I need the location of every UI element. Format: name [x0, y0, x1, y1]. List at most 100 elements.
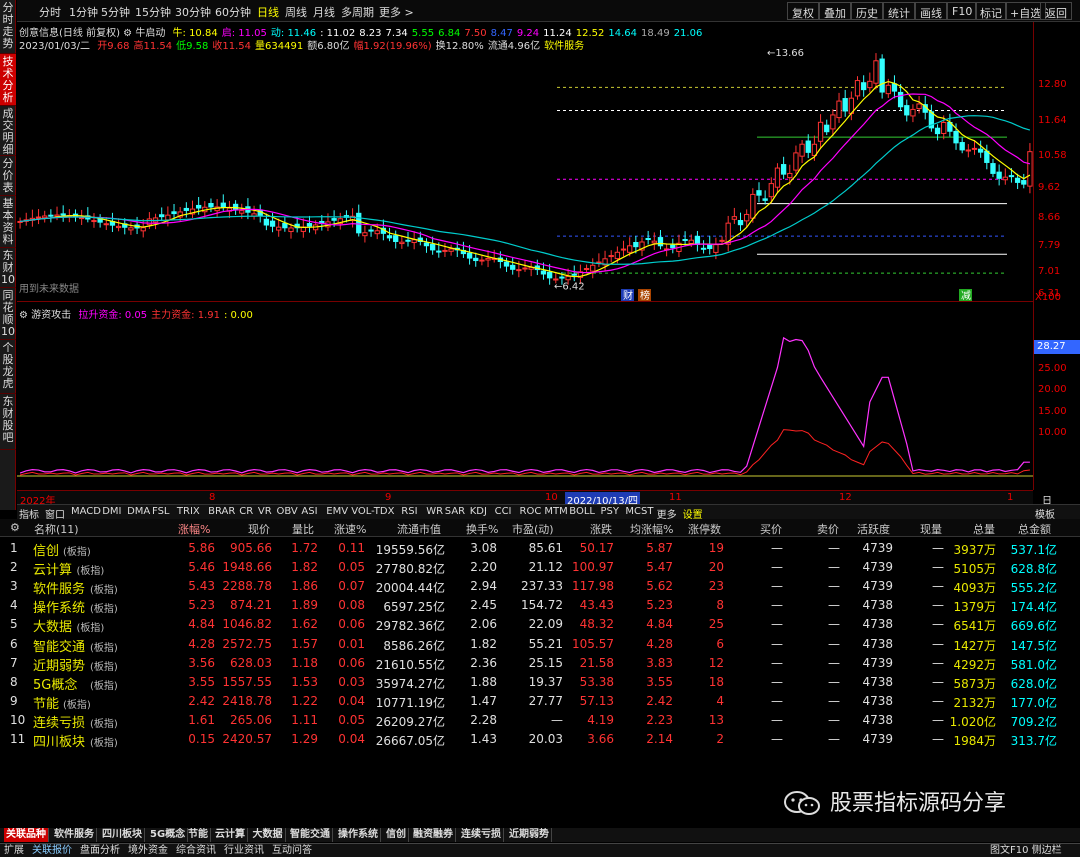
sector-name[interactable]: 软件服务 — [33, 578, 85, 597]
table-row[interactable]: 1 信创 (板指) 5.86 905.66 1.72 0.11 19559.56亿 3.08 85… — [0, 539, 1080, 559]
indicator-tab-13[interactable]: EMV — [326, 506, 348, 517]
indicator-tab-6[interactable]: FSL — [152, 506, 170, 517]
sector-tab-3[interactable]: 四川板块 — [100, 828, 145, 842]
column-header-12[interactable]: 买价 — [760, 521, 782, 537]
indicator-pane-name[interactable]: 游资攻击 — [31, 310, 71, 321]
indicator-tab-16[interactable]: WR — [426, 506, 443, 517]
sector-name[interactable]: 5G概念 — [33, 674, 77, 693]
indicator-tab-10[interactable]: VR — [258, 506, 272, 517]
sector-name[interactable]: 操作系统 — [33, 597, 85, 616]
sector-tab-1[interactable]: 关联品种 — [4, 828, 49, 842]
indicator-tab-18[interactable]: KDJ — [470, 506, 487, 517]
timeframe-10[interactable]: 多周期 — [341, 4, 374, 20]
bottom-tab-3[interactable]: 盘面分析 — [80, 844, 120, 857]
column-header-8[interactable]: 市盈(动) — [512, 521, 554, 537]
bottom-tab-2[interactable]: 关联报价 — [32, 844, 72, 857]
timeframe-11[interactable]: 更多 > — [379, 4, 414, 20]
sector-name[interactable]: 节能 — [33, 693, 59, 712]
indicator-tab-24[interactable]: MCST — [625, 506, 653, 517]
sidebar-toggle[interactable]: 图文F10 侧边栏 — [990, 844, 1062, 857]
timeframe-5[interactable]: 30分钟 — [175, 4, 211, 20]
sector-tab-2[interactable]: 软件服务 — [52, 828, 97, 842]
column-header-7[interactable]: 换手% — [466, 521, 498, 537]
column-header-6[interactable]: 流通市值 — [397, 521, 441, 537]
table-row[interactable]: 11 四川板块 (板指) 0.15 2420.57 1.29 0.04 26667.05亿 1.… — [0, 730, 1080, 750]
column-header-4[interactable]: 量比 — [292, 521, 314, 537]
left-tab-4[interactable]: 分价表 — [0, 156, 16, 196]
timeframe-2[interactable]: 1分钟 — [69, 4, 98, 20]
column-header-16[interactable]: 总量 — [973, 521, 995, 537]
toolbar-button-9[interactable]: 返回 — [1040, 2, 1072, 20]
toolbar-button-4[interactable]: 统计 — [883, 2, 915, 20]
table-row[interactable]: 7 近期弱势 (板指) 3.56 628.03 1.18 0.06 21610.55亿 2.36… — [0, 654, 1080, 674]
indicator-tab-15[interactable]: RSI — [401, 506, 417, 517]
indicator-tab-14[interactable]: VOL-TDX — [351, 506, 394, 517]
toolbar-button-2[interactable]: 叠加 — [819, 2, 851, 20]
sector-name[interactable]: 四川板块 — [33, 731, 85, 750]
toolbar-button-1[interactable]: 复权 — [787, 2, 819, 20]
column-header-3[interactable]: 现价 — [248, 521, 270, 537]
sector-tab-9[interactable]: 操作系统 — [336, 828, 381, 842]
left-tab-2[interactable]: 技术分析 — [0, 54, 16, 106]
left-tab-7[interactable]: 同花顺10 — [0, 288, 16, 340]
indicator-tab-8[interactable]: BRAR — [208, 506, 235, 517]
timeframe-4[interactable]: 15分钟 — [135, 4, 171, 20]
candlestick-chart[interactable]: ←13.66 ←6.42 财榜 减 — [17, 36, 1033, 301]
toolbar-button-6[interactable]: F10 — [947, 2, 978, 20]
timeframe-3[interactable]: 5分钟 — [101, 4, 130, 20]
table-row[interactable]: 8 5G概念 (板指) 3.55 1557.55 1.53 0.03 35974.27亿 1.8… — [0, 673, 1080, 693]
column-header-11[interactable]: 涨停数 — [688, 521, 721, 537]
sector-tab-13[interactable]: 近期弱势 — [507, 828, 552, 842]
column-header-1[interactable]: 名称(11) — [34, 521, 79, 537]
indicator-chart[interactable] — [17, 322, 1033, 490]
indicator-tab-17[interactable]: SAR — [445, 506, 465, 517]
indicator-tab-19[interactable]: CCI — [495, 506, 512, 517]
left-tab-8[interactable]: 个股龙虎 — [0, 340, 16, 394]
left-tab-1[interactable]: 分时走势 — [0, 0, 16, 54]
timeframe-1[interactable]: 分时 — [39, 4, 61, 20]
indicator-tab-12[interactable]: ASI — [301, 506, 317, 517]
table-row[interactable]: 5 大数据 (板指) 4.84 1046.82 1.62 0.06 29782.36亿 2.06… — [0, 615, 1080, 635]
column-header-2[interactable]: 涨幅% — [178, 521, 210, 537]
bottom-tab-4[interactable]: 境外资金 — [128, 844, 168, 857]
sector-name[interactable]: 近期弱势 — [33, 655, 85, 674]
indicator-tab-7[interactable]: TRIX — [177, 506, 200, 517]
indicator-tab-4[interactable]: DMI — [102, 506, 121, 517]
sector-tab-10[interactable]: 信创 — [384, 828, 409, 842]
column-header-14[interactable]: 活跃度 — [857, 521, 890, 537]
timeframe-6[interactable]: 60分钟 — [215, 4, 251, 20]
indicator-tab-11[interactable]: OBV — [277, 506, 298, 517]
table-row[interactable]: 4 操作系统 (板指) 5.23 874.21 1.89 0.08 6597.25亿 2.45 1… — [0, 596, 1080, 616]
left-tab-5[interactable]: 基本资料 — [0, 196, 16, 248]
sector-tab-4[interactable]: 5G概念 — [148, 828, 189, 842]
table-row[interactable]: 6 智能交通 (板指) 4.28 2572.75 1.57 0.01 8586.26亿 1.82… — [0, 635, 1080, 655]
timeframe-7[interactable]: 日线 — [257, 4, 279, 20]
column-header-5[interactable]: 涨速% — [334, 521, 366, 537]
column-header-13[interactable]: 卖价 — [817, 521, 839, 537]
bottom-tab-7[interactable]: 互动问答 — [272, 844, 312, 857]
left-tab-6[interactable]: 东财10 — [0, 248, 16, 288]
table-row[interactable]: 2 云计算 (板指) 5.46 1948.66 1.82 0.05 27780.82亿 2.20… — [0, 558, 1080, 578]
sector-tab-7[interactable]: 大数据 — [251, 828, 286, 842]
left-tab-3[interactable]: 成交明细 — [0, 106, 16, 156]
indicator-tab-5[interactable]: DMA — [127, 506, 150, 517]
sector-name[interactable]: 大数据 — [33, 616, 72, 635]
timeframe-9[interactable]: 月线 — [313, 4, 335, 20]
sector-tab-12[interactable]: 连续亏损 — [459, 828, 504, 842]
toolbar-button-5[interactable]: 画线 — [915, 2, 947, 20]
sector-name[interactable]: 智能交通 — [33, 636, 85, 655]
sector-name[interactable]: 云计算 — [33, 559, 72, 578]
sector-tab-8[interactable]: 智能交通 — [288, 828, 333, 842]
sector-name[interactable]: 连续亏损 — [33, 712, 85, 731]
indicator-tab-22[interactable]: BOLL — [569, 506, 595, 517]
bottom-tab-1[interactable]: 扩展 — [4, 844, 24, 857]
indicator-tab-23[interactable]: PSY — [601, 506, 620, 517]
column-header-15[interactable]: 现量 — [920, 521, 942, 537]
bottom-tab-6[interactable]: 行业资讯 — [224, 844, 264, 857]
indicator-tab-20[interactable]: ROC — [520, 506, 542, 517]
column-header-10[interactable]: 均涨幅% — [630, 521, 673, 537]
indicator-tab-21[interactable]: MTM — [544, 506, 567, 517]
toolbar-button-7[interactable]: 标记 — [975, 2, 1007, 20]
indicator-tab-3[interactable]: MACD — [71, 506, 101, 517]
sector-tab-11[interactable]: 融资融券 — [411, 828, 456, 842]
